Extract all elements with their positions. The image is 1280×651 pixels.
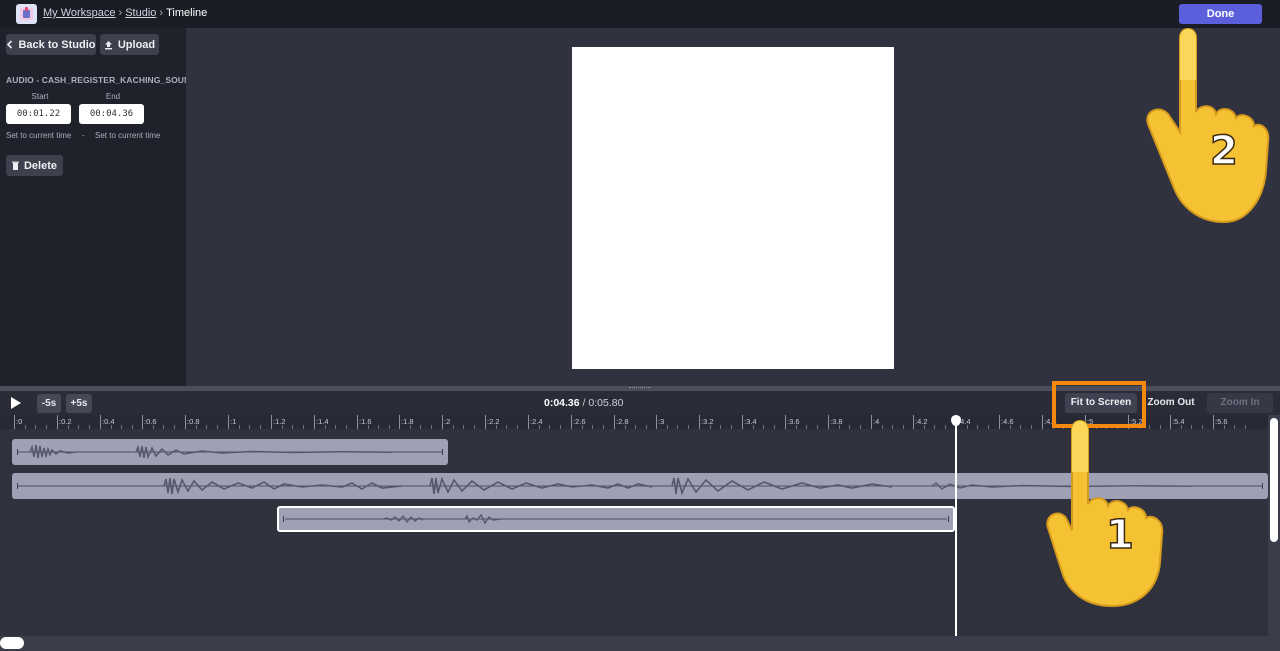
waveform-1 (17, 444, 443, 460)
ruler-tick-label: :1.6 (359, 417, 372, 426)
ruler-tick-label: :3 (658, 417, 665, 426)
ruler-tick-label: :4 (873, 417, 880, 426)
back-to-studio-label: Back to Studio (18, 38, 96, 51)
hand-2-number: 2 (1209, 127, 1238, 175)
trash-icon (11, 161, 19, 170)
ruler-tick (656, 415, 657, 429)
total-time: / 0:05.80 (579, 397, 624, 409)
skip-back-button[interactable]: -5s (37, 394, 61, 413)
skip-forward-button[interactable]: +5s (66, 394, 92, 413)
current-time: 0:04.36 (544, 397, 580, 409)
ruler-tick (785, 415, 786, 429)
zoom-in-button: Zoom In (1207, 393, 1273, 413)
ruler-tick-label: :4.2 (915, 417, 928, 426)
ruler-tick (228, 415, 229, 429)
chevron-left-icon (7, 40, 13, 49)
ruler-tick-label: :1 (230, 417, 237, 426)
ruler-tick (314, 415, 315, 429)
playhead-line[interactable] (955, 416, 957, 636)
ruler-tick-label: :3.4 (744, 417, 757, 426)
breadcrumb: My Workspace › Studio › Timeline (43, 7, 208, 19)
ruler-tick-label: :2.4 (530, 417, 543, 426)
start-time-input[interactable]: 00:01.22 (6, 104, 71, 124)
delete-label: Delete (23, 159, 58, 172)
ruler-tick (614, 415, 615, 429)
ruler-tick (871, 415, 872, 429)
ruler-tick (399, 415, 400, 429)
ruler-tick (571, 415, 572, 429)
ruler-tick-label: :2.6 (573, 417, 586, 426)
ruler-tick-label: :2 (444, 417, 451, 426)
ruler-tick-label: :1.2 (273, 417, 286, 426)
top-bar: My Workspace › Studio › Timeline Done (0, 0, 1280, 28)
back-to-studio-button[interactable]: Back to Studio (6, 34, 96, 55)
ruler-tick-label: :5.4 (1172, 417, 1185, 426)
ruler-tick (485, 415, 486, 429)
ruler-tick-label: :0 (16, 417, 23, 426)
ruler-tick (742, 415, 743, 429)
divider-grip-icon[interactable] (629, 387, 651, 390)
ruler-tick (999, 415, 1000, 429)
ruler-tick (913, 415, 914, 429)
ruler-tick-label: :3.2 (701, 417, 714, 426)
ruler-tick-label: :3.8 (830, 417, 843, 426)
set-time-separator: - (82, 131, 85, 140)
done-button[interactable]: Done (1179, 4, 1262, 24)
ruler-tick (185, 415, 186, 429)
ruler-tick (142, 415, 143, 429)
start-label: Start (31, 92, 49, 101)
waveform-3 (283, 513, 949, 525)
end-time-input[interactable]: 00:04.36 (79, 104, 144, 124)
ruler-tick-label: :4.6 (1001, 417, 1014, 426)
zoom-out-button[interactable]: Zoom Out (1143, 393, 1199, 413)
ruler-tick-label: :1.8 (401, 417, 414, 426)
ruler-tick-label: :0.2 (59, 417, 72, 426)
ruler-tick (14, 415, 15, 429)
breadcrumb-my-workspace[interactable]: My Workspace (43, 7, 116, 19)
ruler-tick (1170, 415, 1171, 429)
asset-name: AUDIO - CASH_REGISTER_KACHING_SOUND... (6, 75, 204, 85)
ruler-tick (528, 415, 529, 429)
delete-button[interactable]: Delete (6, 155, 63, 176)
play-icon[interactable] (11, 397, 21, 409)
ruler-tick-label: :5.6 (1215, 417, 1228, 426)
ruler-tick-label: :0.8 (187, 417, 200, 426)
horizontal-scroll-thumb[interactable] (0, 637, 24, 649)
breadcrumb-timeline: Timeline (166, 7, 208, 19)
set-end-current-time-link[interactable]: Set to current time (95, 131, 160, 140)
ruler-tick (828, 415, 829, 429)
time-readout: 0:04.36 / 0:05.80 (544, 397, 623, 409)
hand-1-number: 1 (1105, 511, 1134, 559)
upload-label: Upload (117, 38, 156, 51)
ruler-tick-label: :1.4 (316, 417, 329, 426)
ruler-tick (57, 415, 58, 429)
ruler-tick (271, 415, 272, 429)
vertical-scroll-thumb[interactable] (1270, 418, 1278, 542)
pointing-hand-1-icon (1046, 420, 1164, 608)
upload-icon (104, 40, 112, 49)
ruler-tick (1213, 415, 1214, 429)
pointing-hand-2-icon (1146, 28, 1270, 224)
ruler-tick (100, 415, 101, 429)
horizontal-scrollbar[interactable] (0, 636, 1280, 651)
ruler-tick (442, 415, 443, 429)
workspace-logo-icon[interactable] (16, 4, 37, 24)
preview-canvas (572, 47, 894, 369)
breadcrumb-studio[interactable]: Studio (125, 7, 156, 19)
audio-clip-1[interactable] (12, 439, 448, 465)
audio-clip-3-selected[interactable] (277, 506, 955, 532)
end-label: End (105, 92, 121, 101)
ruler-tick-label: :3.6 (787, 417, 800, 426)
ruler-tick (357, 415, 358, 429)
upload-button[interactable]: Upload (100, 34, 159, 55)
ruler-tick-label: :2.2 (487, 417, 500, 426)
set-start-current-time-link[interactable]: Set to current time (6, 131, 71, 140)
ruler-tick (699, 415, 700, 429)
ruler-tick-label: :0.4 (102, 417, 115, 426)
ruler-tick-label: :0.6 (144, 417, 157, 426)
ruler-tick-label: :2.8 (616, 417, 629, 426)
